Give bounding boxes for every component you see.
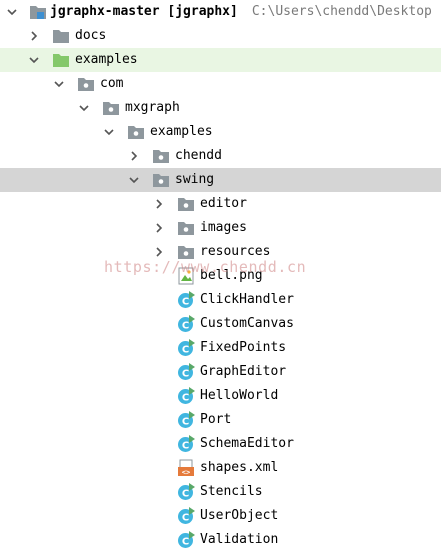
java-class-icon: C: [177, 315, 195, 333]
java-class-icon: C: [177, 339, 195, 357]
svg-text:C: C: [182, 321, 189, 332]
chevron-right-icon[interactable]: [153, 246, 165, 258]
java-class-icon: C: [177, 387, 195, 405]
tree-row-examples-package[interactable]: examples: [0, 120, 441, 144]
package-icon: [177, 243, 195, 261]
tree-row-bell-png[interactable]: bell.png: [0, 264, 441, 288]
tree-row-resources[interactable]: resources: [0, 240, 441, 264]
chevron-down-icon[interactable]: [103, 126, 115, 138]
tree-item-label: GraphEditor: [200, 364, 287, 379]
tree-row-mxgraph[interactable]: mxgraph: [0, 96, 441, 120]
tree-item-label: examples: [75, 52, 138, 67]
tree-item-label: Stencils: [200, 484, 263, 499]
java-class-icon: C: [177, 411, 195, 429]
chevron-down-icon[interactable]: [78, 102, 90, 114]
chevron-right-icon[interactable]: [128, 150, 140, 162]
tree-item-label: editor: [200, 196, 247, 211]
tree-item-label: HelloWorld: [200, 388, 279, 403]
svg-text:C: C: [182, 369, 189, 380]
chevron-right-icon[interactable]: [153, 222, 165, 234]
chevron-down-icon[interactable]: [6, 6, 18, 18]
chevron-right-icon[interactable]: [153, 198, 165, 210]
svg-text:C: C: [182, 393, 189, 404]
tree-item-label: Validation: [200, 532, 279, 547]
tree-row-images[interactable]: images: [0, 216, 441, 240]
svg-text:<>: <>: [182, 469, 190, 477]
tree-item-label: swing: [175, 172, 215, 187]
tree-row-examples-source[interactable]: examples: [0, 48, 441, 72]
package-icon: [152, 147, 170, 165]
tree-item-label: FixedPoints: [200, 340, 287, 355]
tree-item-label: UserObject: [200, 508, 279, 523]
svg-text:C: C: [182, 441, 189, 452]
svg-text:C: C: [182, 345, 189, 356]
project-module-icon: [29, 3, 47, 21]
chevron-down-icon[interactable]: [28, 54, 40, 66]
tree-row-project-root[interactable]: jgraphx-master [jgraphx] C:\Users\chendd\…: [0, 0, 441, 24]
tree-row-chendd[interactable]: chendd: [0, 144, 441, 168]
tree-item-label: images: [200, 220, 247, 235]
package-icon: [177, 219, 195, 237]
tree-item-label: shapes.xml: [200, 460, 279, 475]
package-icon: [177, 195, 195, 213]
image-file-icon: [177, 267, 195, 285]
tree-row-shapes-xml[interactable]: <> shapes.xml: [0, 456, 441, 480]
tree-row-com[interactable]: com: [0, 72, 441, 96]
tree-row-userobject[interactable]: C UserObject: [0, 504, 441, 528]
tree-row-stencils[interactable]: C Stencils: [0, 480, 441, 504]
tree-row-docs[interactable]: docs: [0, 24, 441, 48]
tree-item-label: bell.png: [200, 268, 263, 283]
tree-row-swing[interactable]: swing: [0, 168, 441, 192]
svg-text:C: C: [182, 513, 189, 524]
java-class-icon: C: [177, 507, 195, 525]
svg-text:C: C: [182, 417, 189, 428]
project-name: jgraphx-master [jgraphx]: [50, 4, 238, 19]
chevron-down-icon[interactable]: [53, 78, 65, 90]
xml-file-icon: <>: [177, 459, 195, 477]
tree-row-fixedpoints[interactable]: C FixedPoints: [0, 336, 441, 360]
tree-item-label: Port: [200, 412, 232, 427]
java-class-icon: C: [177, 291, 195, 309]
tree-item-label: com: [100, 76, 124, 91]
package-icon: [152, 171, 170, 189]
tree-item-label: examples: [150, 124, 213, 139]
folder-icon: [52, 27, 70, 45]
tree-row-port[interactable]: C Port: [0, 408, 441, 432]
project-path: C:\Users\chendd\Desktop: [251, 4, 432, 19]
tree-item-label: resources: [200, 244, 271, 259]
svg-text:C: C: [182, 489, 189, 500]
tree-item-label: chendd: [175, 148, 222, 163]
svg-text:C: C: [182, 537, 189, 548]
tree-item-label: mxgraph: [125, 100, 180, 115]
svg-text:C: C: [182, 297, 189, 308]
source-folder-icon: [52, 51, 70, 69]
java-class-icon: C: [177, 435, 195, 453]
package-icon: [102, 99, 120, 117]
tree-row-editor[interactable]: editor: [0, 192, 441, 216]
tree-item-label: ClickHandler: [200, 292, 294, 307]
tree-row-grapheditor[interactable]: C GraphEditor: [0, 360, 441, 384]
package-icon: [77, 75, 95, 93]
java-class-icon: C: [177, 483, 195, 501]
java-class-icon: C: [177, 531, 195, 549]
tree-item-label: docs: [75, 28, 107, 43]
chevron-right-icon[interactable]: [28, 30, 40, 42]
tree-row-validation[interactable]: C Validation: [0, 528, 441, 552]
project-tree: jgraphx-master [jgraphx] C:\Users\chendd\…: [0, 0, 441, 553]
package-icon: [127, 123, 145, 141]
tree-item-label: CustomCanvas: [200, 316, 294, 331]
tree-item-label: SchemaEditor: [200, 436, 294, 451]
tree-row-customcanvas[interactable]: C CustomCanvas: [0, 312, 441, 336]
tree-row-clickhandler[interactable]: C ClickHandler: [0, 288, 441, 312]
tree-row-helloworld[interactable]: C HelloWorld: [0, 384, 441, 408]
java-class-icon: C: [177, 363, 195, 381]
tree-row-schemaeditor[interactable]: C SchemaEditor: [0, 432, 441, 456]
project-title: jgraphx-master [jgraphx] C:\Users\chendd\…: [50, 4, 432, 20]
chevron-down-icon[interactable]: [128, 174, 140, 186]
